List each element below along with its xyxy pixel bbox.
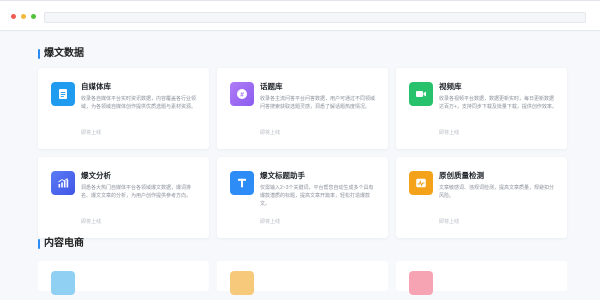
card-description: 洞悉各大热门自媒体平台各领域爆文数据，爆词排名、爆文文章的分析，为用户创作提供参… — [81, 185, 192, 199]
hashtag-icon: # — [230, 82, 254, 106]
card-description: 收录各自媒体平台实时资讯数据，内容覆盖各行业领域，为各领域自媒体创作提供优质选题… — [81, 96, 197, 110]
card-viral-analysis[interactable]: 爆文分析 洞悉各大热门自媒体平台各领域爆文数据，爆词排名、爆文文章的分析，为用户… — [38, 157, 209, 238]
card-title: 爆文标题助手 — [260, 171, 305, 180]
card-status: 即将上线 — [439, 219, 460, 225]
card-partial[interactable] — [396, 261, 567, 295]
section-title-content-ecommerce: 内容电商 — [38, 238, 84, 250]
browser-titlebar — [0, 1, 600, 31]
card-status: 即将上线 — [439, 130, 460, 136]
page-content: 爆文数据 自媒体库 收录各自媒体平台实时资讯数据，内容覆盖各行业领域，为各领域自… — [0, 32, 600, 300]
address-bar[interactable] — [44, 12, 586, 23]
minimize-window-button[interactable] — [21, 14, 26, 19]
card-status: 即将上线 — [81, 130, 102, 136]
svg-text:#: # — [240, 91, 244, 98]
card-topic-library[interactable]: # 话题库 收录各主流问答平台问答数据，用户可通过不同领域问答搜索获取选题灵感，… — [217, 68, 388, 149]
card-title: 原创质量检测 — [439, 171, 484, 180]
card-originality-check[interactable]: 原创质量检测 文章敏感词、违规词检测，提高文章质量，规避扣分风险。 即将上线 — [396, 157, 567, 238]
card-title-assistant[interactable]: 爆文标题助手 仅需输入2~3个关键词，平台帮您自动生成多个具有爆款潜质的标题，提… — [217, 157, 388, 238]
card-description: 收录各主流问答平台问答数据，用户可通过不同领域问答搜索获取选题灵感，洞悉了解话题… — [260, 96, 376, 110]
card-description: 收录各视频平台数据，数据更新实时，每日更新数据达百万+，支持同步下载及批量下载，… — [439, 96, 557, 110]
card-icon — [51, 271, 75, 295]
card-title: 自媒体库 — [81, 82, 111, 91]
card-icon — [230, 271, 254, 295]
close-window-button[interactable] — [11, 14, 16, 19]
card-status: 即将上线 — [260, 130, 281, 136]
card-media-library[interactable]: 自媒体库 收录各自媒体平台实时资讯数据，内容覆盖各行业领域，为各领域自媒体创作提… — [38, 68, 209, 149]
card-partial[interactable] — [38, 261, 209, 295]
quality-check-icon — [409, 171, 433, 195]
card-title: 话题库 — [260, 82, 283, 91]
browser-window: 爆文数据 自媒体库 收录各自媒体平台实时资讯数据，内容覆盖各行业领域，为各领域自… — [0, 0, 600, 300]
card-status: 即将上线 — [81, 219, 102, 225]
maximize-window-button[interactable] — [31, 14, 36, 19]
card-partial[interactable] — [217, 261, 388, 295]
title-t-icon — [230, 171, 254, 195]
card-icon — [409, 271, 433, 295]
card-video-library[interactable]: 视频库 收录各视频平台数据，数据更新实时，每日更新数据达百万+，支持同步下载及批… — [396, 68, 567, 149]
card-title: 爆文分析 — [81, 171, 111, 180]
card-description: 仅需输入2~3个关键词，平台帮您自动生成多个具有爆款潜质的标题，提高文章开篇率，… — [260, 185, 374, 207]
card-status: 即将上线 — [260, 219, 281, 225]
video-icon — [409, 82, 433, 106]
section-title-viral-data: 爆文数据 — [38, 48, 84, 60]
document-icon — [51, 82, 75, 106]
card-title: 视频库 — [439, 82, 462, 91]
card-description: 文章敏感词、违规词检测，提高文章质量，规避扣分风险。 — [439, 185, 555, 199]
chart-icon — [51, 171, 75, 195]
